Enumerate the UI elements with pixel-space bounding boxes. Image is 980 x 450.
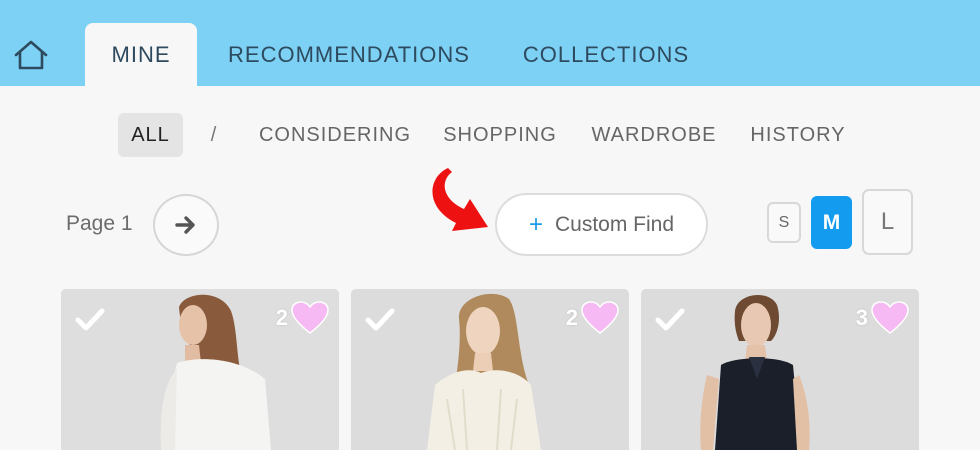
product-card[interactable]: 2 [351,289,629,450]
annotation-arrow-icon [432,168,488,231]
custom-find-label: Custom Find [554,212,675,236]
check-icon[interactable] [654,305,686,333]
heart-icon [871,301,909,334]
like-count: 3 [855,305,868,330]
filter-all[interactable]: ALL [118,113,183,157]
arrow-right-icon [175,216,195,234]
size-large-button[interactable]: L [862,189,913,255]
tab-recommendations[interactable]: RECOMMENDATIONS [220,23,478,86]
filter-shopping[interactable]: SHOPPING [437,113,563,157]
filter-separator: / [210,123,218,146]
product-card[interactable]: 2 [61,289,339,450]
heart-icon [581,301,619,334]
custom-find-button[interactable]: + Custom Find [495,193,708,256]
next-page-button[interactable] [153,194,219,256]
check-icon[interactable] [364,305,396,333]
page-indicator: Page 1 [66,212,133,235]
filter-wardrobe[interactable]: WARDROBE [583,113,725,157]
home-icon [14,40,48,70]
like-count: 2 [565,305,578,330]
like-count: 2 [275,305,288,330]
heart-icon [291,301,329,334]
like-button[interactable]: 2 [566,300,619,336]
filter-history[interactable]: HISTORY [745,113,851,157]
size-medium-button[interactable]: M [811,196,852,249]
like-button[interactable]: 2 [276,300,329,336]
plus-icon: + [528,210,543,238]
check-icon[interactable] [74,305,106,333]
product-card[interactable]: 3 [641,289,919,450]
tab-mine[interactable]: MINE [85,23,197,86]
tab-collections[interactable]: COLLECTIONS [515,23,697,86]
like-button[interactable]: 3 [856,300,909,336]
size-small-button[interactable]: S [767,202,801,243]
top-nav-bar: MINE RECOMMENDATIONS COLLECTIONS [0,0,980,86]
filter-considering[interactable]: CONSIDERING [252,113,418,157]
home-button[interactable] [9,37,53,73]
